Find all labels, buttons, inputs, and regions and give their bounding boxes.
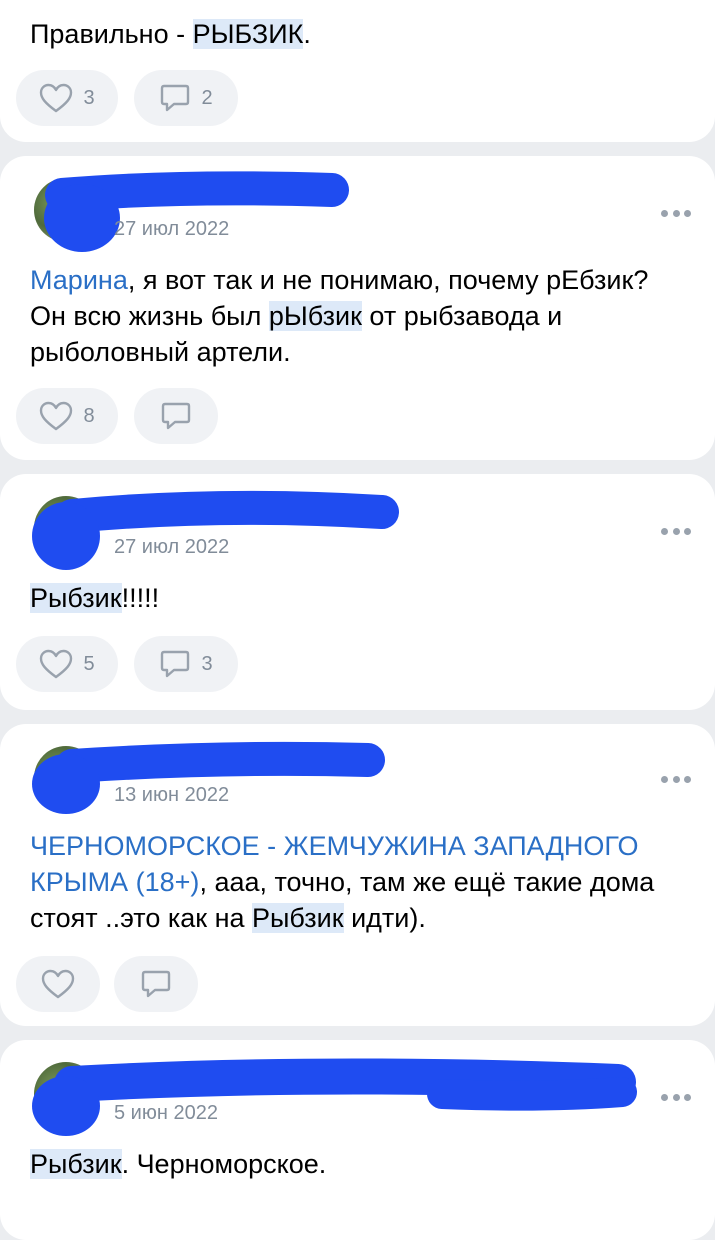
heart-icon	[40, 83, 73, 113]
reply-button[interactable]	[134, 388, 218, 444]
comment-text: Рыбзик. Черноморское.	[30, 1149, 327, 1179]
more-dots-icon[interactable]	[661, 1092, 691, 1102]
more-dots-icon[interactable]	[661, 208, 691, 218]
comment-date: 13 июн 2022	[114, 784, 230, 806]
reply-count: 3	[201, 652, 213, 675]
comment-text: Рыбзик!!!!!	[30, 583, 160, 613]
reply-count: 2	[201, 86, 213, 109]
comment-date: 27 июл 2022	[114, 218, 230, 240]
heart-icon	[40, 649, 73, 679]
comment-icon	[161, 84, 190, 112]
heart-icon	[41, 969, 75, 999]
like-count: 8	[83, 404, 95, 427]
reply-button[interactable]	[114, 956, 198, 1012]
redaction-mark	[44, 171, 349, 252]
comment-card: 13 июн 2022 ЧЕРНОМОРСКОЕ - ЖЕМЧУЖИНА ЗАП…	[0, 724, 715, 1026]
comment-text: ЧЕРНОМОРСКОЕ - ЖЕМЧУЖИНА ЗАПАДНОГО КРЫМА…	[30, 831, 655, 933]
comment-icon	[141, 970, 171, 998]
comment-icon	[161, 650, 190, 678]
comment-text: Марина, я вот так и не понимаю, почему р…	[30, 265, 649, 367]
like-button[interactable]: 8	[16, 388, 118, 444]
more-dots-icon[interactable]	[661, 526, 691, 536]
heart-icon	[40, 401, 73, 431]
reply-button[interactable]: 2	[134, 70, 238, 126]
redaction-mark	[32, 741, 385, 814]
reply-button[interactable]: 3	[134, 636, 238, 692]
like-button[interactable]: 5	[16, 636, 118, 692]
like-button[interactable]	[16, 956, 100, 1012]
like-count: 3	[83, 86, 95, 109]
comment-card: 27 июл 2022 Рыбзик!!!!! 5 3	[0, 474, 715, 710]
comment-date: 27 июл 2022	[114, 536, 230, 558]
redaction-mark	[32, 490, 399, 570]
mention-link[interactable]: Марина	[30, 265, 128, 295]
comment-date: 5 июн 2022	[114, 1102, 218, 1124]
comment-card: Правильно - РЫБЗИК. 3 2	[0, 0, 715, 142]
comment-card: 27 июл 2022 Марина, я вот так и не поним…	[0, 156, 715, 460]
like-button[interactable]: 3	[16, 70, 118, 126]
comment-icon	[161, 402, 191, 430]
like-count: 5	[83, 652, 95, 675]
more-dots-icon[interactable]	[661, 774, 691, 784]
comment-text: Правильно - РЫБЗИК.	[30, 19, 311, 49]
comment-card: 5 июн 2022 Рыбзик. Черноморское.	[0, 1040, 715, 1240]
